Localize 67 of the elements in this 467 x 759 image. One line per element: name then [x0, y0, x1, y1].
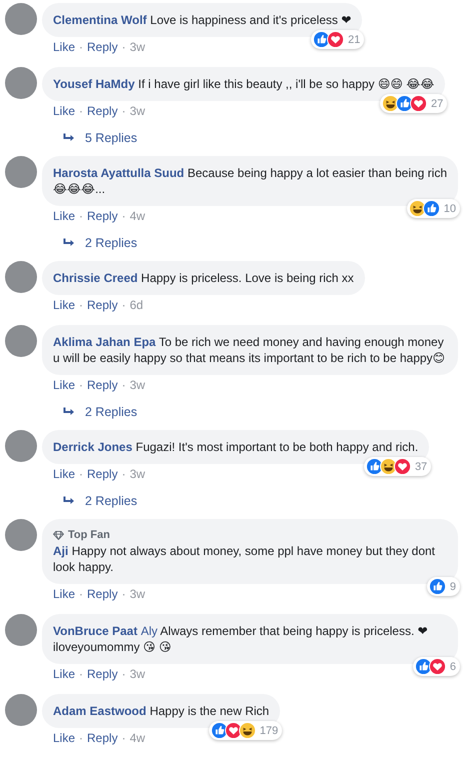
dot-separator: ·	[79, 104, 84, 118]
dot-separator: ·	[79, 467, 84, 481]
like-link[interactable]: Like	[53, 104, 76, 118]
reply-link[interactable]: Reply	[87, 667, 118, 681]
avatar-placeholder[interactable]	[5, 67, 37, 99]
reply-link[interactable]: Reply	[87, 104, 118, 118]
like-link[interactable]: Like	[53, 587, 76, 601]
dot-separator: ·	[122, 378, 126, 392]
avatar-placeholder[interactable]	[5, 614, 37, 646]
dot-separator: ·	[122, 587, 126, 601]
thumbs-up-icon	[422, 200, 440, 217]
avatar-placeholder[interactable]	[5, 156, 37, 188]
like-link[interactable]: Like	[53, 209, 76, 223]
reply-link[interactable]: Reply	[87, 467, 118, 481]
dot-separator: ·	[122, 104, 126, 118]
view-replies-link[interactable]: 2 Replies	[85, 494, 138, 508]
dot-separator: ·	[79, 378, 84, 392]
dot-separator: ·	[79, 40, 84, 54]
comment-text: Yousef HaMdy If i have girl like this beauty ,, i'll be so happy 😄😄 😂😂	[53, 76, 434, 92]
view-replies-link[interactable]: 2 Replies	[85, 405, 138, 419]
view-replies-link[interactable]: 2 Replies	[85, 236, 138, 250]
dot-separator: ·	[122, 298, 126, 312]
like-link[interactable]: Like	[53, 298, 76, 312]
like-link[interactable]: Like	[53, 667, 76, 681]
dot-separator: ·	[79, 667, 84, 681]
dot-separator: ·	[122, 209, 126, 223]
like-link[interactable]: Like	[53, 378, 76, 392]
reply-link[interactable]: Reply	[87, 298, 118, 312]
like-link[interactable]: Like	[53, 731, 76, 745]
avatar-placeholder[interactable]	[5, 519, 37, 551]
top-fan-label: Top Fan	[53, 528, 447, 542]
diamond-icon	[53, 530, 64, 540]
dot-separator: ·	[122, 40, 126, 54]
reply-arrow-icon	[63, 407, 75, 417]
avatar-placeholder[interactable]	[5, 430, 37, 462]
reply-link[interactable]: Reply	[87, 209, 118, 223]
avatar-placeholder[interactable]	[5, 261, 37, 293]
dot-separator: ·	[122, 731, 126, 745]
thumbs-up-icon	[428, 578, 446, 595]
comment-text: Clementina Wolf Love is happiness and it's priceless ❤	[53, 12, 352, 28]
dot-separator: ·	[122, 667, 126, 681]
avatar-placeholder[interactable]	[5, 325, 37, 357]
comment-text: Aklima Jahan Epa To be rich we need money and having enough money u will be easily happy so that means its important to be rich to be happy😊	[53, 334, 446, 366]
comment-text: Chrissie Creed Happy is priceless. Love is being rich xx	[53, 270, 354, 286]
reply-arrow-icon	[63, 496, 75, 506]
dot-separator: ·	[79, 209, 84, 223]
comment-text: Aji Happy not always about money, some ppl have money but they dont look happy.	[53, 543, 436, 575]
reply-arrow-icon	[63, 133, 75, 143]
like-link[interactable]: Like	[53, 40, 76, 54]
view-replies-link[interactable]: 5 Replies	[85, 131, 138, 145]
reply-link[interactable]: Reply	[87, 731, 118, 745]
comment-text: Harosta Ayattulla Suud Because being happy a lot easier than being rich 😂😂😂...	[53, 165, 447, 197]
avatar-placeholder[interactable]	[5, 694, 37, 726]
comment-text: VonBruce Paat Aly Always remember that being happy is priceless. ❤ iloveyoumommy 😘 😘	[53, 623, 429, 655]
avatar-placeholder[interactable]	[5, 3, 37, 35]
dot-separator: ·	[79, 587, 84, 601]
like-link[interactable]: Like	[53, 467, 76, 481]
reply-link[interactable]: Reply	[87, 378, 118, 392]
reply-link[interactable]: Reply	[87, 40, 118, 54]
reply-arrow-icon	[63, 238, 75, 248]
comment-text: Adam Eastwood Happy is the new Rich	[53, 703, 270, 719]
comment-text: Derrick Jones Fugazi! It's most important to be both happy and rich.	[53, 439, 418, 455]
dot-separator: ·	[79, 731, 84, 745]
laughing-face-icon	[238, 722, 256, 739]
reply-link[interactable]: Reply	[87, 587, 118, 601]
dot-separator: ·	[79, 298, 84, 312]
dot-separator: ·	[122, 467, 126, 481]
